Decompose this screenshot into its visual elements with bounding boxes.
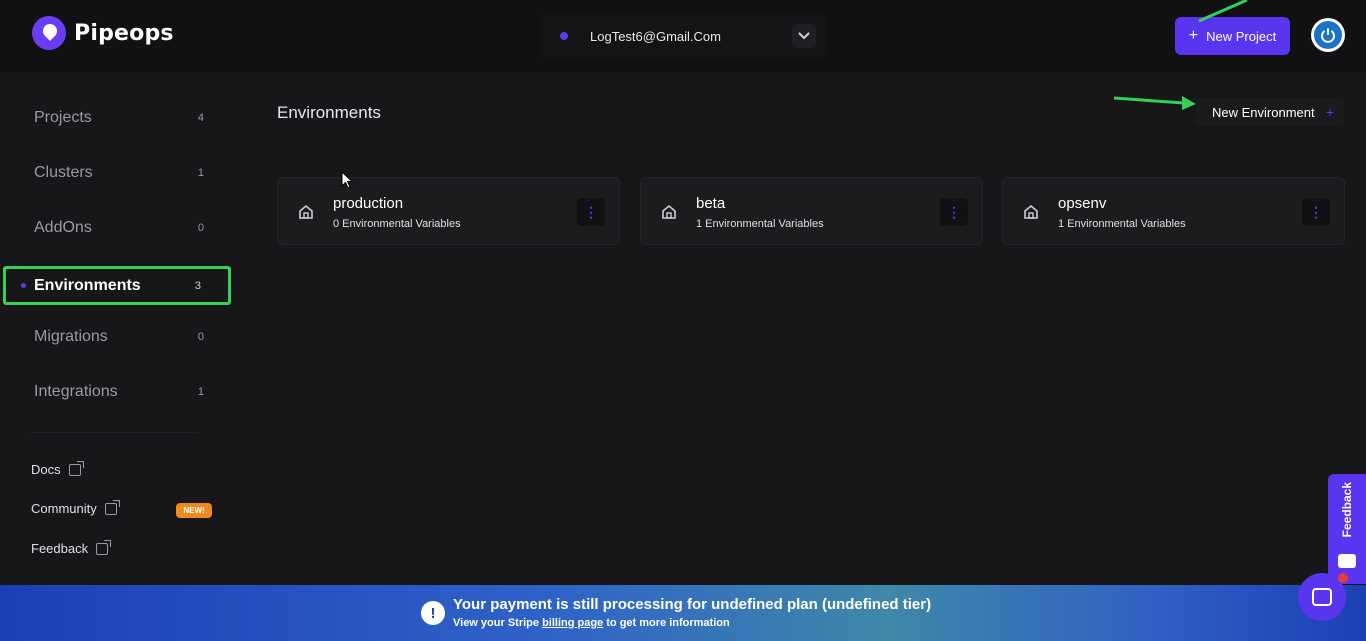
kebab-icon: ⋮ [584, 204, 598, 220]
avatar[interactable] [1311, 18, 1345, 52]
environment-name: opsenv [1058, 195, 1107, 212]
plus-icon: + [1188, 27, 1199, 44]
sidebar-item-count: 0 [197, 331, 204, 343]
community-link[interactable]: Community [31, 499, 120, 516]
external-link-icon [104, 499, 120, 515]
sidebar-item-projects[interactable]: Projects 4 [6, 100, 228, 136]
sidebar-divider [30, 432, 198, 433]
sidebar-item-environments[interactable]: Environments 3 [3, 266, 231, 305]
sidebar-item-count: 0 [197, 222, 204, 234]
annotation-arrow-icon [1198, 0, 1248, 23]
feedback-side-tab[interactable]: Feedback [1328, 474, 1366, 584]
chevron-down-icon[interactable] [792, 24, 816, 48]
active-indicator [21, 283, 26, 288]
new-project-label: New Project [1206, 28, 1277, 44]
account-email: LogTest6@Gmail.Com [590, 28, 721, 44]
environment-vars-count: 0 Environmental Variables [333, 218, 461, 230]
environment-name: beta [696, 195, 726, 212]
feedback-link[interactable]: Feedback [31, 539, 112, 556]
new-environment-label: New Environment [1212, 104, 1315, 120]
sidebar-item-label: Clusters [34, 164, 93, 181]
sidebar: Projects 4 Clusters 1 AddOns 0 Environme… [0, 72, 240, 641]
banner-subtext: View your Stripe billing page to get mor… [453, 617, 730, 629]
chat-launcher-button[interactable] [1298, 573, 1348, 621]
environment-vars-count: 1 Environmental Variables [1058, 218, 1186, 230]
banner-sub-before: View your Stripe [453, 617, 539, 629]
home-icon [299, 204, 313, 219]
annotation-arrow-icon [1113, 96, 1196, 110]
home-icon [662, 204, 676, 219]
more-options-button[interactable]: ⋮ [1302, 198, 1330, 226]
banner-message: Your payment is still processing for und… [453, 596, 932, 613]
rocket-icon [32, 16, 66, 50]
environment-card-beta[interactable]: beta 1 Environmental Variables ⋮ [640, 177, 983, 245]
environment-card-production[interactable]: production 0 Environmental Variables ⋮ [277, 177, 620, 245]
notification-dot [1338, 573, 1348, 583]
sidebar-item-label: Integrations [34, 383, 118, 400]
account-switcher[interactable]: LogTest6@Gmail.Com [540, 14, 826, 58]
home-icon [1024, 204, 1038, 219]
plus-icon: + [1325, 104, 1334, 120]
kebab-icon: ⋮ [1309, 204, 1323, 220]
mouse-cursor-icon [341, 171, 353, 189]
new-badge: NEW! [176, 503, 212, 518]
external-link-icon [68, 460, 84, 476]
brand-logo[interactable]: Pipeops [32, 16, 174, 50]
sidebar-item-label: Projects [34, 109, 92, 126]
payment-banner: ! Your payment is still processing for u… [0, 585, 1366, 641]
sidebar-item-count: 4 [197, 112, 204, 124]
sidebar-item-label: Environments [34, 276, 141, 294]
chat-icon [1312, 588, 1332, 606]
power-icon [1314, 21, 1342, 49]
new-environment-button[interactable]: New Environment + [1196, 98, 1344, 126]
community-link-label: Community [31, 501, 97, 516]
more-options-button[interactable]: ⋮ [577, 198, 605, 226]
docs-link-label: Docs [31, 462, 61, 477]
kebab-icon: ⋮ [947, 204, 961, 220]
external-link-icon [96, 539, 112, 555]
sidebar-item-integrations[interactable]: Integrations 1 [6, 374, 228, 410]
more-options-button[interactable]: ⋮ [940, 198, 968, 226]
status-dot [560, 32, 568, 40]
sidebar-item-addons[interactable]: AddOns 0 [6, 210, 228, 246]
top-header: Pipeops LogTest6@Gmail.Com + New Project [0, 0, 1366, 72]
sidebar-item-count: 1 [197, 386, 204, 398]
docs-link[interactable]: Docs [31, 460, 84, 477]
environment-vars-count: 1 Environmental Variables [696, 218, 824, 230]
sidebar-item-clusters[interactable]: Clusters 1 [6, 155, 228, 191]
billing-page-link[interactable]: billing page [542, 617, 603, 629]
sidebar-item-count: 1 [197, 167, 204, 179]
sidebar-item-count: 3 [194, 279, 201, 292]
feedback-link-label: Feedback [31, 541, 89, 556]
brand-name: Pipeops [74, 20, 174, 46]
page-title: Environments [277, 103, 381, 122]
warning-icon: ! [421, 601, 445, 625]
sidebar-item-label: Migrations [34, 328, 108, 345]
sidebar-item-label: AddOns [34, 219, 92, 236]
feedback-tab-label: Feedback [1340, 482, 1354, 538]
environment-card-opsenv[interactable]: opsenv 1 Environmental Variables ⋮ [1002, 177, 1345, 245]
banner-sub-after: to get more information [606, 617, 730, 629]
environment-name: production [333, 195, 404, 212]
sidebar-item-migrations[interactable]: Migrations 0 [6, 319, 228, 355]
feedback-icon [1338, 554, 1356, 568]
